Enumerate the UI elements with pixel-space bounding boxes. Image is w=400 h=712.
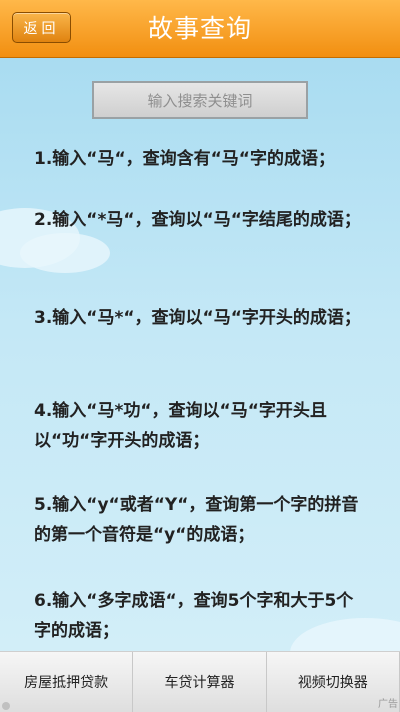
tab-car-loan-calculator[interactable]: 车贷计算器 — [133, 652, 267, 712]
paw-icon — [2, 702, 10, 710]
tip-5: 5.输入“y“或者“Y“，查询第一个字的拼音的第一个音符是“y“的成语； — [34, 495, 359, 545]
tip-4: 4.输入“马*功“，查询以“马“字开头且以“功“字开头的成语； — [34, 401, 327, 451]
tip-2: 2.输入“*马“，查询以“马“字结尾的成语； — [34, 210, 361, 230]
tip-6: 6.输入“多字成语“，查询5个字和大于5个字的成语； — [34, 591, 354, 641]
top-bar: 故事查询 返回 — [0, 0, 400, 58]
tab-mortgage-loan[interactable]: 房屋抵押贷款 — [0, 652, 134, 712]
main-content: 输入搜索关键词 1.输入“马“，查询含有“马“字的成语； 2.输入“*马“，查询… — [0, 58, 400, 651]
search-input[interactable]: 输入搜索关键词 — [92, 81, 308, 119]
ad-mark: 广告 — [378, 699, 398, 710]
back-button[interactable]: 返回 — [12, 12, 71, 43]
tip-1: 1.输入“马“，查询含有“马“字的成语； — [34, 149, 335, 169]
background-cloud — [20, 233, 110, 273]
bottom-tab-bar: 房屋抵押贷款 车贷计算器 视频切换器 广告 — [0, 651, 400, 712]
tip-3: 3.输入“马*“，查询以“马“字开头的成语； — [34, 308, 361, 328]
